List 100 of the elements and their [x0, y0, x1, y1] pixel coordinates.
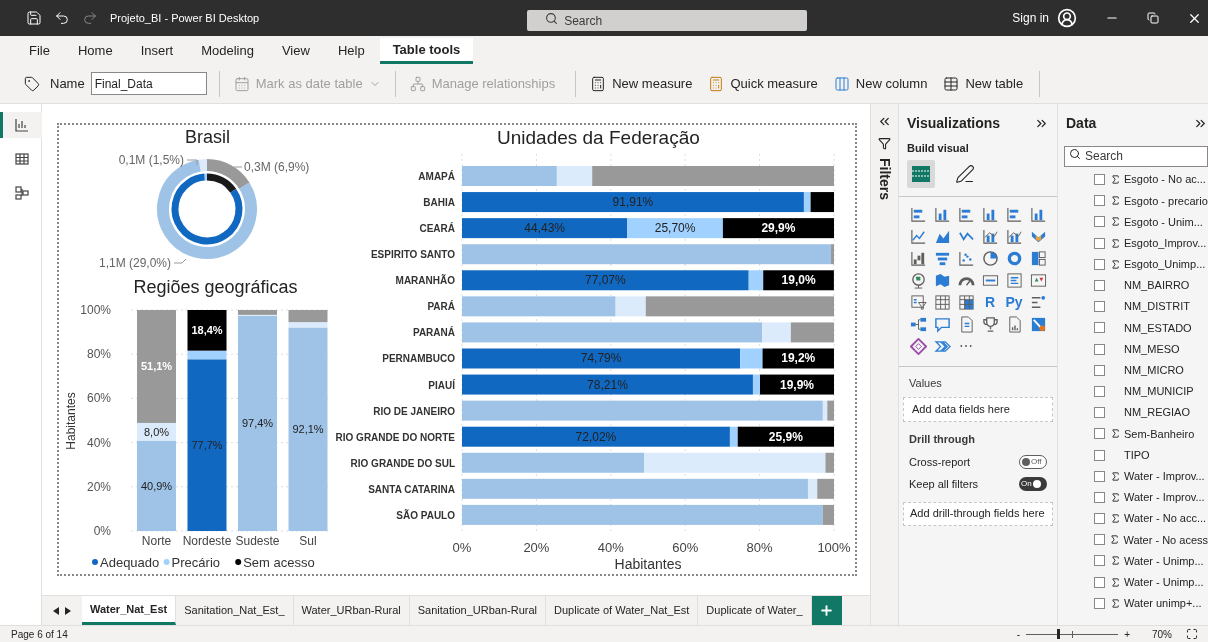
zoom-slider-thumb[interactable]	[1056, 629, 1060, 639]
checkbox[interactable]	[1094, 555, 1105, 567]
menu-tab[interactable]: Insert	[127, 38, 187, 64]
drop-zone[interactable]: Add data fields here	[903, 397, 1053, 422]
zoom-in-button[interactable]: +	[1122, 626, 1132, 642]
zoom-out-button[interactable]: -	[1014, 626, 1023, 642]
field-label[interactable]: Water - Unimp...	[1124, 552, 1204, 570]
drop-zone[interactable]: Add drill-through fields here	[903, 501, 1053, 526]
field-label[interactable]: NM_BAIRRO	[1124, 277, 1190, 294]
category-label: PARÁ	[427, 301, 455, 313]
name-field[interactable]: Final_Data	[90, 72, 207, 95]
axis-tick-label: 100%	[80, 303, 111, 318]
ribbon-button[interactable]: New measure	[582, 69, 701, 98]
data-label: 1,1M (29,0%)	[98, 256, 171, 270]
field-label[interactable]: NM_ESTADO	[1124, 319, 1192, 337]
tree-diagram-icon	[909, 315, 927, 333]
checkbox[interactable]	[1094, 407, 1105, 419]
checkbox[interactable]	[1094, 576, 1105, 588]
field-label[interactable]: NM_REGIAO	[1124, 404, 1190, 421]
sign-in-button[interactable]: Sign in	[1012, 9, 1049, 27]
field-label[interactable]: Water - Unimp...	[1124, 573, 1204, 591]
more-visuals-button[interactable]: ⋯	[954, 336, 978, 356]
checkbox[interactable]	[1094, 237, 1105, 249]
field-label[interactable]: NM_MESO	[1124, 340, 1180, 358]
checkbox[interactable]	[1094, 301, 1105, 313]
format-brush-icon	[955, 163, 975, 184]
toggle-switch[interactable]: On	[1019, 477, 1047, 492]
filters-label[interactable]: Filters	[874, 158, 895, 200]
checkbox[interactable]	[1094, 385, 1105, 397]
field-label[interactable]: Water - No acess	[1123, 531, 1208, 549]
field-label[interactable]: Esgoto - Unim...	[1124, 213, 1203, 231]
combo-chart-icon	[1005, 227, 1023, 245]
checkbox[interactable]	[1094, 428, 1105, 440]
previous-page-icon[interactable]	[53, 606, 59, 615]
field-label[interactable]: Esgoto - precario	[1124, 192, 1208, 210]
menu-tab[interactable]: Modeling	[188, 38, 267, 64]
field-label[interactable]: Esgoto - No ac...	[1124, 171, 1206, 188]
fit-to-page-icon[interactable]	[1186, 628, 1198, 640]
menu-tab[interactable]: View	[268, 38, 323, 64]
column-chart-icon	[1029, 205, 1047, 223]
page-tab[interactable]: Water_Nat_Est	[82, 596, 177, 625]
checkbox[interactable]	[1094, 534, 1105, 546]
checkbox[interactable]	[1094, 174, 1105, 186]
combo-chart-icon	[981, 227, 999, 245]
ribbon-button[interactable]: New column	[825, 69, 936, 98]
checkbox[interactable]	[1094, 364, 1105, 376]
globe-icon	[909, 271, 927, 289]
view-button[interactable]	[0, 112, 42, 138]
build-visual-tab[interactable]	[907, 159, 935, 188]
checkbox[interactable]	[1094, 258, 1105, 270]
axis-tick-label: Sul	[299, 534, 317, 549]
menu-tab[interactable]: File	[16, 38, 63, 64]
field-label[interactable]: NM_MICRO	[1124, 362, 1184, 379]
relationships-icon	[409, 75, 426, 92]
category-label: RIO GRANDE DO NORTE	[335, 431, 455, 443]
search-field[interactable]: Search	[527, 10, 808, 31]
checkbox[interactable]	[1094, 597, 1105, 609]
checkbox[interactable]	[1094, 343, 1105, 355]
field-label[interactable]: Sem-Banheiro	[1124, 425, 1195, 443]
next-page-icon[interactable]	[65, 606, 71, 615]
script-visual-button[interactable]: R	[978, 292, 1002, 312]
field-label[interactable]: Esgoto_Unimp...	[1124, 256, 1206, 273]
script-visual-button[interactable]: Py	[1002, 292, 1026, 312]
report-icon	[14, 117, 30, 133]
ribbon-button[interactable]: Quick measure	[700, 69, 826, 98]
treemap-icon	[1029, 249, 1047, 267]
axis-tick-label: 40%	[597, 540, 624, 555]
category-label: SANTA CATARINA	[368, 483, 455, 495]
sigma-icon	[1109, 491, 1121, 503]
data-label: 0,1M (1,5%)	[118, 153, 184, 167]
column-chart-icon	[933, 205, 951, 223]
checkbox[interactable]	[1094, 491, 1105, 503]
field-label[interactable]: Water unimp+...	[1124, 595, 1202, 612]
section-label: Build visual	[906, 141, 970, 156]
checkbox[interactable]	[1094, 470, 1105, 482]
add-page-button[interactable]	[811, 596, 842, 625]
menu-tab[interactable]: Home	[64, 38, 126, 64]
field-label[interactable]: Esgoto_Improv...	[1124, 234, 1207, 252]
field-label[interactable]: NM_MUNICIP	[1124, 383, 1194, 400]
zoom-slider-track[interactable]	[1026, 628, 1119, 640]
toggle-switch[interactable]: Off	[1019, 454, 1047, 469]
checkbox[interactable]	[1094, 449, 1105, 461]
axis-tick-label: 0%	[452, 540, 472, 555]
checkbox[interactable]	[1094, 513, 1105, 525]
avatar-icon	[1057, 8, 1077, 28]
field-label[interactable]: Water - Improv...	[1124, 467, 1205, 485]
field-label[interactable]: TIPO	[1124, 446, 1150, 464]
search-field[interactable]: Search	[1064, 145, 1208, 167]
checkbox[interactable]	[1094, 195, 1105, 207]
field-label[interactable]: NM_DISTRIT	[1124, 298, 1190, 315]
field-label[interactable]: Water - Improv...	[1124, 489, 1205, 506]
field-label[interactable]: Water - No acc...	[1124, 510, 1207, 527]
menu-tab[interactable]: Table tools	[379, 38, 474, 64]
plus-icon	[819, 603, 835, 618]
checkbox[interactable]	[1094, 322, 1105, 334]
ribbon-button[interactable]: New table	[935, 69, 1032, 98]
checkbox[interactable]	[1094, 280, 1105, 292]
axis-tick-label: 60%	[672, 540, 699, 555]
checkbox[interactable]	[1094, 216, 1105, 228]
menu-tab[interactable]: Help	[324, 38, 378, 64]
